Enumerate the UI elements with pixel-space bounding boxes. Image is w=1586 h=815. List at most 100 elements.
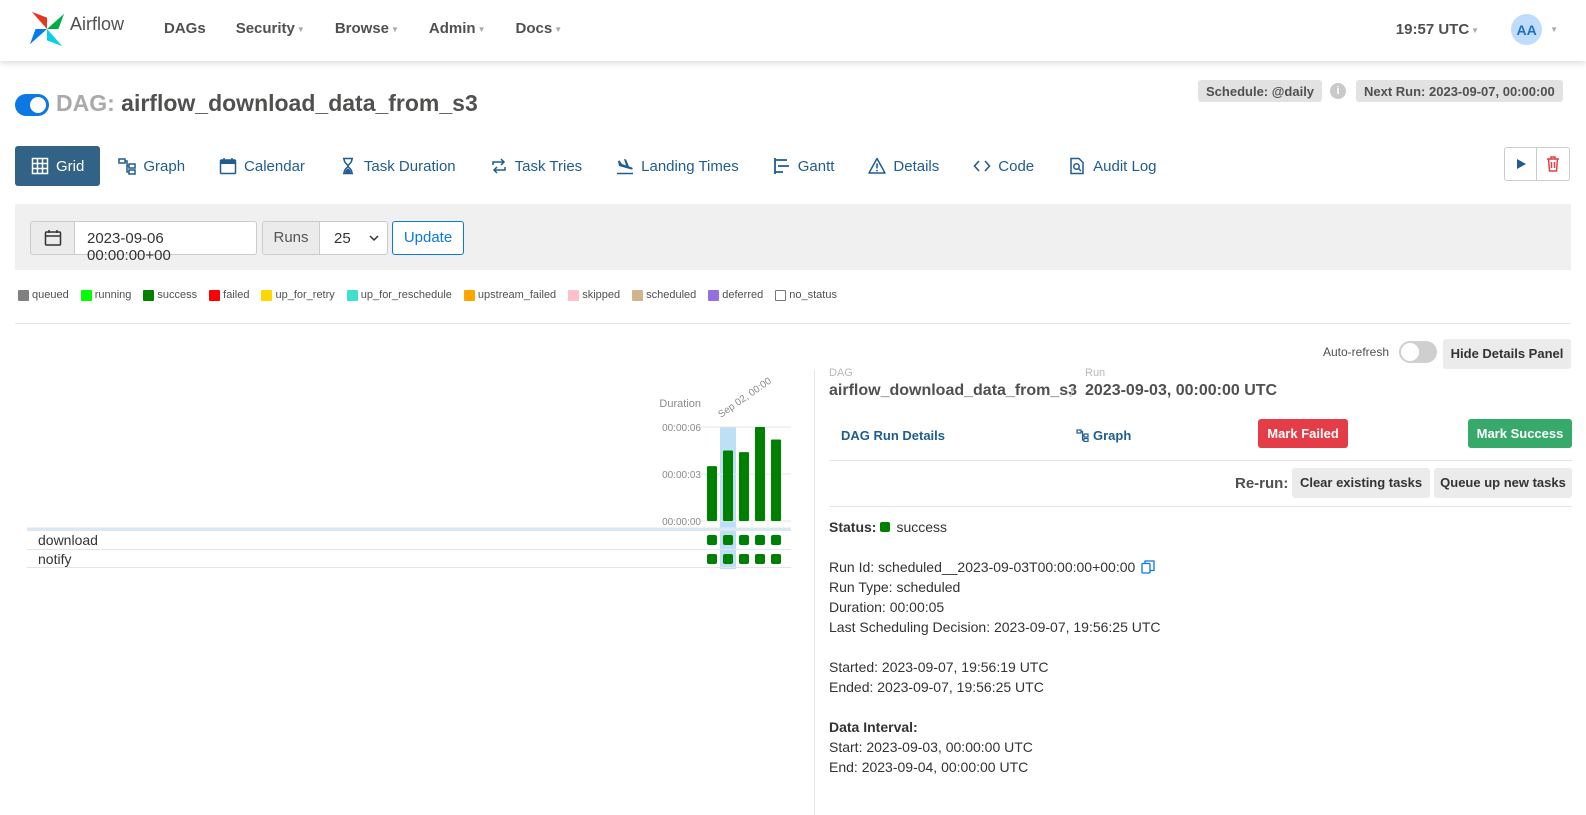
chevron-down-icon[interactable]: ▼ — [1550, 25, 1558, 34]
airflow-brand[interactable]: Airflow — [28, 10, 124, 48]
auto-refresh-toggle[interactable] — [1399, 341, 1437, 363]
update-button[interactable]: Update — [392, 221, 464, 255]
runs-select[interactable]: 25 — [319, 221, 388, 255]
breadcrumb-run[interactable]: 2023-09-03, 00:00:00 UTC — [1085, 382, 1277, 400]
date-picker-button[interactable] — [30, 221, 75, 255]
run-type: Run Type: scheduled — [829, 579, 961, 595]
legend-label: failed — [223, 289, 250, 301]
tab-details[interactable]: Details — [852, 146, 955, 186]
tab-audit-log[interactable]: Audit Log — [1052, 146, 1172, 186]
plane-landing-icon — [617, 159, 634, 175]
run-duration-bar[interactable] — [771, 439, 781, 521]
tab-label: Calendar — [244, 157, 305, 175]
graph-icon — [118, 158, 137, 175]
queue-new-tasks-button[interactable]: Queue up new tasks — [1434, 468, 1572, 498]
tab-task-duration[interactable]: Task Duration — [323, 146, 472, 186]
ended-time: Ended: 2023-09-07, 19:56:25 UTC — [829, 679, 1044, 695]
legend-swatch — [632, 289, 644, 301]
info-icon[interactable]: i — [1330, 83, 1346, 99]
run-duration-bar[interactable] — [707, 466, 717, 521]
status-value: success — [896, 519, 948, 535]
legend-failed[interactable]: failed — [209, 289, 249, 301]
legend-label: skipped — [582, 289, 621, 301]
y-tick-label: 00:00:00 — [662, 517, 701, 528]
breadcrumb-dag-label: DAG — [829, 367, 853, 379]
runs-select-value: 25 — [334, 230, 351, 247]
panel-splitter[interactable] — [814, 370, 815, 815]
dag-run-details-tab[interactable]: DAG Run Details — [841, 428, 945, 443]
chevron-down-icon: ▼ — [296, 24, 305, 34]
legend-scheduled[interactable]: scheduled — [632, 289, 696, 301]
dag-title: DAG: airflow_download_data_from_s3 — [56, 90, 478, 117]
data-interval-label: Data Interval: — [829, 719, 918, 735]
nav-security[interactable]: Security ▼ — [236, 20, 305, 37]
legend-running[interactable]: running — [80, 289, 132, 301]
legend-upstream_failed[interactable]: upstream_failed — [463, 289, 556, 301]
legend-swatch — [346, 289, 358, 301]
nav-label: DAGs — [164, 20, 206, 37]
nav-dags[interactable]: DAGs — [164, 20, 206, 37]
hide-details-panel-button[interactable]: Hide Details Panel — [1443, 339, 1571, 369]
grid-area: 00:00:06 00:00:03 00:00:00 Duration Sep 02, … — [15, 330, 815, 815]
legend-up_for_retry[interactable]: up_for_retry — [261, 289, 335, 301]
tab-calendar[interactable]: Calendar — [203, 146, 321, 186]
status-line: Status: success — [829, 519, 947, 535]
repeat-icon — [491, 158, 506, 174]
legend-queued[interactable]: queued — [18, 289, 69, 301]
nav-docs[interactable]: Docs ▼ — [516, 20, 563, 37]
tab-graph[interactable]: Graph — [102, 146, 201, 186]
tab-label: Grid — [56, 157, 85, 175]
copy-icon[interactable] — [1141, 560, 1155, 574]
legend-label: running — [94, 289, 132, 301]
nav-browse[interactable]: Browse ▼ — [335, 20, 399, 37]
tab-landing-times[interactable]: Landing Times — [600, 146, 755, 186]
y-tick-label: 00:00:03 — [662, 470, 701, 481]
started-time: Started: 2023-09-07, 19:56:19 UTC — [829, 659, 1049, 675]
tab-gantt[interactable]: Gantt — [757, 146, 851, 186]
clear-existing-tasks-button[interactable]: Clear existing tasks — [1292, 468, 1430, 498]
hourglass-icon — [342, 157, 353, 175]
tab-code[interactable]: Code — [957, 146, 1050, 186]
next-run-badge: Next Run: 2023-09-07, 00:00:00 — [1356, 80, 1563, 102]
task-row-notify[interactable]: notify — [27, 549, 791, 568]
legend-skipped[interactable]: skipped — [568, 289, 620, 301]
data-interval-end: End: 2023-09-04, 00:00:00 UTC — [829, 759, 1029, 775]
trigger-dag-button[interactable] — [1504, 147, 1537, 181]
breadcrumb-dag[interactable]: airflow_download_data_from_s3 — [829, 382, 1077, 400]
airflow-logo-icon — [29, 11, 65, 47]
legend-success[interactable]: success — [143, 289, 197, 301]
run-duration-bar[interactable] — [739, 452, 749, 521]
legend-no_status[interactable]: no_status — [775, 289, 837, 301]
legend-deferred[interactable]: deferred — [708, 289, 763, 301]
run-duration-bar[interactable] — [755, 427, 765, 521]
graph-tab-label: Graph — [1093, 428, 1132, 443]
divider — [15, 323, 1571, 324]
task-row-download[interactable]: download — [27, 530, 791, 549]
play-icon — [1516, 159, 1526, 169]
view-tabs: Grid Graph Calendar Task Duration Task Tries… — [15, 146, 1175, 186]
dag-pause-toggle[interactable] — [15, 94, 49, 116]
delete-dag-button[interactable] — [1537, 147, 1570, 181]
legend-label: deferred — [722, 289, 764, 301]
user-avatar[interactable]: AA — [1511, 14, 1543, 45]
tab-label: Task Duration — [363, 157, 456, 175]
tab-grid[interactable]: Grid — [15, 146, 101, 186]
graph-tab[interactable]: Graph — [1076, 428, 1131, 443]
clock-dropdown[interactable]: 19:57 UTC ▼ — [1396, 21, 1479, 38]
legend-swatch — [568, 289, 580, 301]
runs-label: Runs — [262, 221, 320, 255]
filter-bar: 2023-09-06 00:00:00+00 Runs 25 Update — [15, 204, 1571, 270]
run-duration-bar[interactable] — [723, 450, 733, 522]
nav-label: Browse — [334, 20, 389, 37]
schedule-badge: Schedule: @daily — [1198, 80, 1323, 102]
task-name: notify — [38, 551, 72, 567]
base-date-input[interactable]: 2023-09-06 00:00:00+00 — [75, 221, 257, 264]
gantt-icon — [773, 158, 789, 174]
tab-task-tries[interactable]: Task Tries — [474, 146, 599, 186]
nav-admin[interactable]: Admin ▼ — [429, 20, 486, 37]
legend-label: up_for_reschedule — [360, 289, 452, 301]
tab-label: Gantt — [797, 157, 835, 175]
mark-success-button[interactable]: Mark Success — [1468, 419, 1572, 448]
mark-failed-button[interactable]: Mark Failed — [1258, 419, 1348, 448]
legend-up_for_reschedule[interactable]: up_for_reschedule — [346, 289, 452, 301]
